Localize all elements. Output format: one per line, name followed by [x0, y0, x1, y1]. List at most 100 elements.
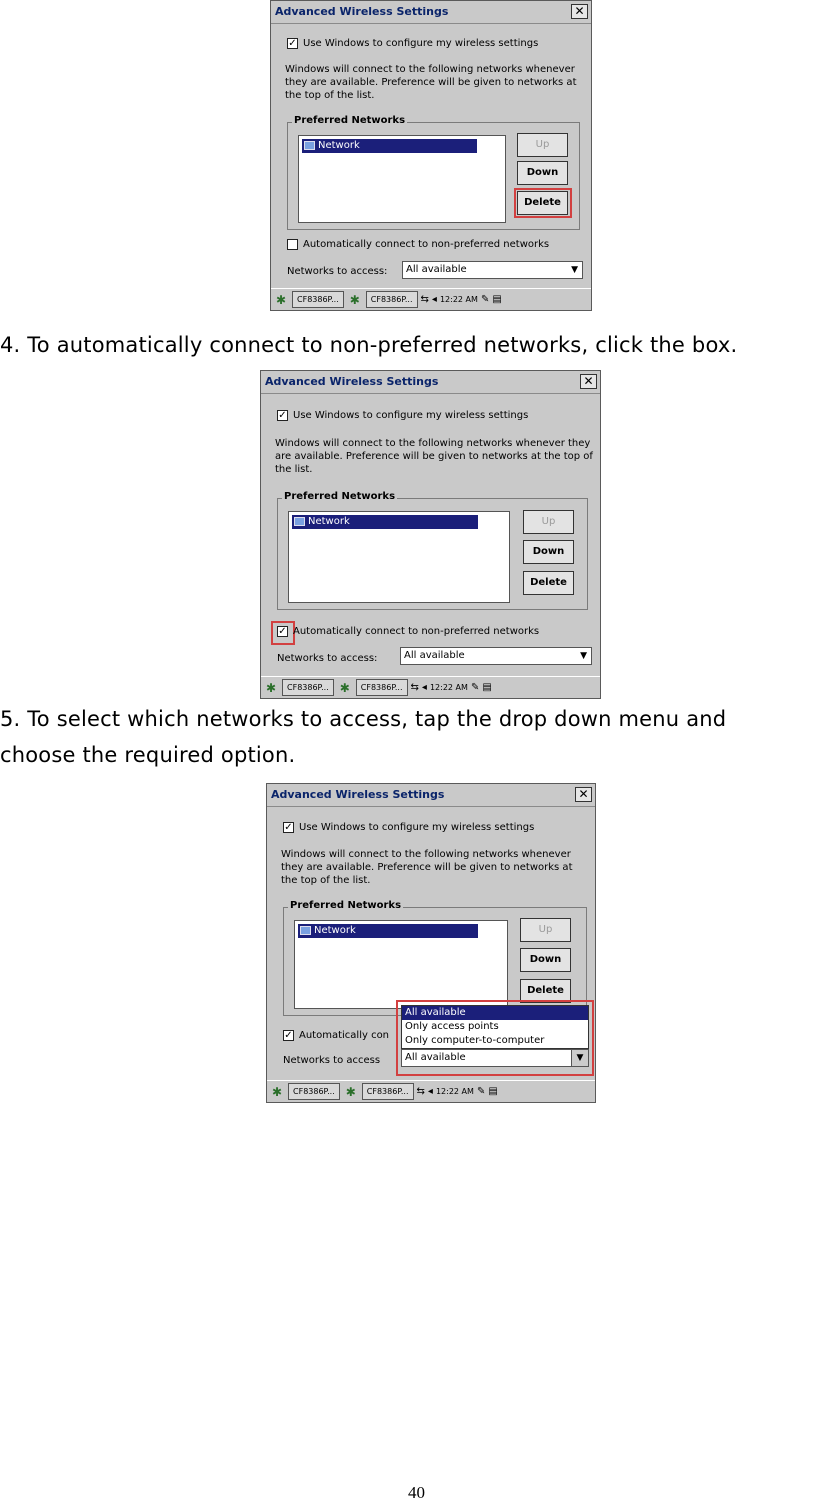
desktop-icon[interactable]: ▤ — [482, 682, 491, 693]
title-bar: Advanced Wireless Settings ✕ — [261, 371, 600, 394]
auto-connect-row[interactable]: ✓ Automatically con — [283, 1030, 389, 1041]
network-tray-icon[interactable]: ⇆ — [421, 294, 429, 305]
chevron-down-icon: ▼ — [571, 265, 578, 275]
network-item-label: Network — [308, 516, 350, 527]
use-windows-row[interactable]: ✓ Use Windows to configure my wireless s… — [277, 410, 528, 421]
taskbar: ✱ CF8386P... ✱ CF8386P... ⇆ ◂ 12:22 AM ✎… — [261, 676, 600, 698]
auto-connect-label: Automatically connect to non-preferred n… — [293, 626, 540, 637]
taskbar: ✱ CF8386P... ✱ CF8386P... ⇆ ◂ 12:22 AM ✎… — [271, 288, 591, 310]
signal-tray-icon[interactable]: ◂ — [432, 294, 437, 305]
step-5-text-line-2: choose the required option. — [0, 743, 296, 767]
pen-icon[interactable]: ✎ — [477, 1086, 485, 1097]
taskbar-task-1[interactable]: CF8386P... — [288, 1083, 340, 1100]
description-text: Windows will connect to the following ne… — [275, 438, 593, 475]
taskbar-task-2[interactable]: CF8386P... — [361, 1083, 414, 1100]
taskbar-task-1[interactable]: CF8386P... — [292, 291, 344, 308]
combo-value: All available — [404, 650, 465, 661]
description-text: Windows will connect to the following ne… — [281, 849, 573, 886]
pen-icon[interactable]: ✎ — [471, 682, 479, 693]
close-button[interactable]: ✕ — [571, 4, 588, 19]
networks-to-access-combo[interactable]: All available ▼ — [402, 261, 583, 279]
use-windows-label: Use Windows to configure my wireless set… — [299, 822, 535, 833]
title-bar: Advanced Wireless Settings ✕ — [271, 1, 591, 24]
step-4-text: 4. To automatically connect to non-prefe… — [0, 333, 738, 357]
use-windows-checkbox[interactable]: ✓ — [287, 38, 298, 49]
signal-tray-icon[interactable]: ◂ — [428, 1086, 433, 1097]
combo-value: All available — [406, 264, 467, 275]
networks-to-access-label: Networks to access: — [277, 653, 378, 664]
signal-tray-icon[interactable]: ◂ — [422, 682, 427, 693]
down-button[interactable]: Down — [523, 540, 574, 564]
use-windows-label: Use Windows to configure my wireless set… — [303, 38, 539, 49]
page-number: 40 — [408, 1483, 425, 1502]
network-icon — [300, 926, 311, 935]
network-list-item[interactable]: Network — [302, 139, 477, 153]
taskbar-task-2[interactable]: CF8386P... — [365, 291, 418, 308]
start-icon[interactable]: ✱ — [273, 293, 289, 307]
auto-connect-label-truncated: Automatically con — [299, 1030, 390, 1041]
dialog-title: Advanced Wireless Settings — [271, 788, 445, 801]
desktop-icon[interactable]: ▤ — [492, 294, 501, 305]
use-windows-label: Use Windows to configure my wireless set… — [293, 410, 529, 421]
preferred-networks-list[interactable]: Network — [294, 920, 508, 1009]
preferred-networks-label: Preferred Networks — [282, 491, 398, 502]
start-icon[interactable]: ✱ — [263, 681, 279, 695]
preferred-networks-list[interactable]: Network — [288, 511, 510, 603]
down-button[interactable]: Down — [517, 161, 568, 185]
pen-icon[interactable]: ✎ — [481, 294, 489, 305]
up-button[interactable]: Up — [520, 918, 571, 942]
up-button[interactable]: Up — [523, 510, 574, 534]
dialog-screenshot-1: Advanced Wireless Settings ✕ ✓ Use Windo… — [270, 0, 592, 311]
network-icon — [294, 517, 305, 526]
network-icon — [304, 141, 315, 150]
network-item-label: Network — [314, 925, 356, 936]
networks-to-access-combo[interactable]: All available ▼ — [400, 647, 592, 665]
use-windows-row[interactable]: ✓ Use Windows to configure my wireless s… — [287, 38, 538, 49]
up-button[interactable]: Up — [517, 133, 568, 157]
app-icon: ✱ — [345, 1084, 356, 1099]
auto-connect-label: Automatically connect to non-preferred n… — [303, 239, 550, 250]
preferred-networks-group: Preferred Networks Network Up Down Delet… — [277, 491, 588, 610]
close-button[interactable]: ✕ — [575, 787, 592, 802]
close-button[interactable]: ✕ — [580, 374, 597, 389]
taskbar-task-2[interactable]: CF8386P... — [355, 679, 408, 696]
dialog-title: Advanced Wireless Settings — [265, 375, 439, 388]
dialog-screenshot-2: Advanced Wireless Settings ✕ ✓ Use Windo… — [260, 370, 601, 699]
app-icon: ✱ — [349, 292, 360, 307]
taskbar-task-1[interactable]: CF8386P... — [282, 679, 334, 696]
delete-highlight-box — [514, 188, 572, 218]
title-bar: Advanced Wireless Settings ✕ — [267, 784, 595, 807]
clock: 12:22 AM — [435, 1087, 474, 1096]
auto-connect-checkbox[interactable] — [287, 239, 298, 250]
use-windows-checkbox[interactable]: ✓ — [277, 410, 288, 421]
taskbar: ✱ CF8386P... ✱ CF8386P... ⇆ ◂ 12:22 AM ✎… — [267, 1080, 595, 1102]
dialog-title: Advanced Wireless Settings — [275, 5, 449, 18]
network-item-label: Network — [318, 140, 360, 151]
auto-connect-checkbox[interactable]: ✓ — [277, 626, 288, 637]
dropdown-highlight-box — [396, 1000, 594, 1076]
auto-connect-row[interactable]: Automatically connect to non-preferred n… — [287, 239, 549, 250]
dialog-screenshot-3: Advanced Wireless Settings ✕ ✓ Use Windo… — [266, 783, 596, 1103]
network-list-item[interactable]: Network — [292, 515, 478, 529]
auto-connect-checkbox[interactable]: ✓ — [283, 1030, 294, 1041]
down-button[interactable]: Down — [520, 948, 571, 972]
network-tray-icon[interactable]: ⇆ — [417, 1086, 425, 1097]
network-list-item[interactable]: Network — [298, 924, 478, 938]
preferred-networks-label: Preferred Networks — [292, 115, 408, 126]
network-tray-icon[interactable]: ⇆ — [411, 682, 419, 693]
chevron-down-icon: ▼ — [580, 651, 587, 661]
delete-button[interactable]: Delete — [523, 571, 574, 595]
networks-to-access-label: Networks to access — [283, 1055, 381, 1066]
use-windows-checkbox[interactable]: ✓ — [283, 822, 294, 833]
start-icon[interactable]: ✱ — [269, 1085, 285, 1099]
description-text: Windows will connect to the following ne… — [285, 64, 577, 101]
preferred-networks-list[interactable]: Network — [298, 135, 506, 223]
desktop-icon[interactable]: ▤ — [488, 1086, 497, 1097]
use-windows-row[interactable]: ✓ Use Windows to configure my wireless s… — [283, 822, 534, 833]
preferred-networks-label: Preferred Networks — [288, 900, 404, 911]
networks-to-access-label: Networks to access: — [287, 266, 388, 277]
auto-connect-row[interactable]: ✓ Automatically connect to non-preferred… — [277, 626, 539, 637]
app-icon: ✱ — [339, 680, 350, 695]
clock: 12:22 AM — [439, 295, 478, 304]
step-5-text-line-1: 5. To select which networks to access, t… — [0, 707, 727, 731]
